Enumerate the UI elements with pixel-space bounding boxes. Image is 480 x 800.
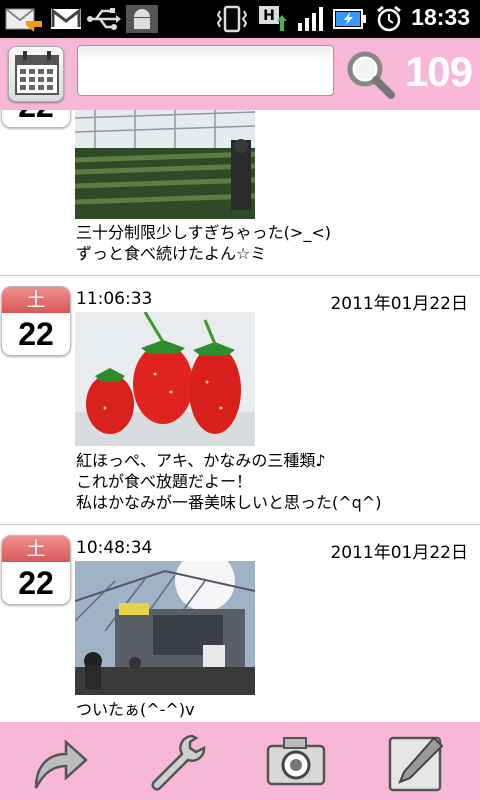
entry-text: ついたぁ(^-^)v — [76, 700, 195, 719]
svg-text:H: H — [263, 8, 275, 24]
usb-icon — [87, 8, 121, 30]
list-item[interactable]: 土 22 11:06:33 2011年01月22日 紅ほっぺ、アキ、かなみの三種… — [0, 276, 480, 524]
share-arrow-icon[interactable] — [26, 730, 90, 794]
entry-date: 2011年01月22日 — [330, 543, 468, 563]
diary-list[interactable]: 22 三十分制限少しすぎちゃった(>_<) ずっと食べ続けたよん☆ミ 土 22 … — [0, 110, 480, 722]
date-badge: 土 22 — [1, 535, 71, 605]
battery-charging-icon — [333, 9, 366, 29]
camera-icon[interactable] — [264, 730, 328, 794]
entry-text: 紅ほっぺ、アキ、かなみの三種類♪ これが食べ放題だよー！ 私はかなみが一番美味し… — [76, 451, 382, 512]
bottom-toolbar — [0, 722, 480, 800]
app-header: 109 — [0, 38, 480, 110]
android-debug-icon — [126, 5, 158, 33]
calendar-icon — [15, 51, 59, 95]
edit-pencil-icon[interactable] — [384, 730, 448, 794]
search-input[interactable] — [77, 45, 334, 96]
calendar-button[interactable] — [8, 46, 64, 102]
entry-text: 三十分制限少しすぎちゃった(>_<) ずっと食べ続けたよん☆ミ — [76, 223, 331, 263]
entry-photo[interactable] — [75, 312, 255, 446]
day-of-week: 土 — [2, 287, 70, 313]
date-badge: 22 — [1, 110, 71, 128]
vibrate-icon — [216, 5, 248, 33]
day-number: 22 — [18, 316, 54, 352]
day-number: 22 — [2, 110, 70, 127]
list-item[interactable]: 土 22 10:48:34 2011年01月22日 ついたぁ(^-^)v — [0, 525, 480, 722]
gmail-icon — [51, 7, 81, 29]
magnifier-icon[interactable] — [344, 48, 396, 100]
hsdpa-icon: H — [259, 6, 287, 31]
entry-date: 2011年01月22日 — [330, 294, 468, 314]
status-bar: H 18:33 — [0, 0, 480, 38]
date-badge: 土 22 — [1, 286, 71, 356]
entry-time: 10:48:34 — [76, 538, 153, 558]
entry-count: 109 — [404, 48, 473, 95]
signal-icon — [298, 7, 323, 31]
wrench-icon[interactable] — [146, 730, 210, 794]
day-number: 22 — [18, 565, 54, 601]
entry-photo[interactable] — [75, 561, 255, 695]
mail-icon — [5, 8, 42, 32]
entry-photo[interactable] — [75, 110, 255, 219]
clock: 18:33 — [411, 4, 470, 30]
list-item[interactable]: 22 三十分制限少しすぎちゃった(>_<) ずっと食べ続けたよん☆ミ — [0, 110, 480, 275]
day-of-week: 土 — [2, 536, 70, 562]
entry-time: 11:06:33 — [76, 289, 153, 309]
alarm-icon — [377, 5, 401, 32]
